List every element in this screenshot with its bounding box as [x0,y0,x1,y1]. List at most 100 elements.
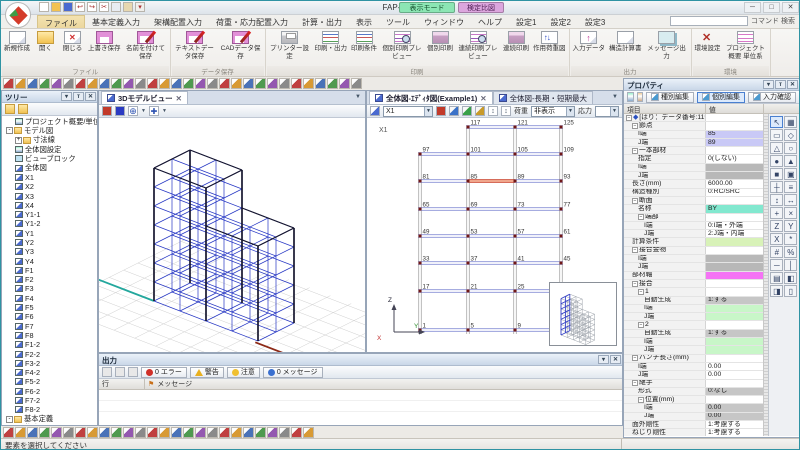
toolbar-icon[interactable] [51,78,62,89]
expander-icon[interactable]: − [632,123,638,129]
property-value[interactable] [706,272,763,279]
tree-item[interactable]: Y1-2 [2,219,97,228]
tree-item[interactable]: 全体図 [2,163,97,172]
display-mode-badge[interactable]: 表示モード [399,2,455,13]
palette-tool-icon[interactable]: ↔ [784,194,797,206]
toolbar-icon[interactable] [123,427,134,438]
property-value[interactable]: 0.00 [706,413,763,420]
toolbar-icon[interactable] [63,78,74,89]
ribbon-button[interactable]: 名前を付けて保存 [123,30,169,66]
tab-list-caret-icon[interactable]: ▼ [355,94,361,100]
palette-tool-icon[interactable]: ┼ [770,181,783,193]
panel-menu-icon[interactable]: ▾ [598,355,609,364]
expander-icon[interactable]: − [638,289,644,295]
ribbon-tab[interactable]: 表示 [349,15,379,28]
3d-viewport[interactable] [99,118,365,352]
close-tab-icon[interactable]: ✕ [176,94,182,103]
ribbon-button[interactable]: 上書き保存 [86,30,123,66]
property-value[interactable] [706,247,763,254]
tab-frame-editor[interactable]: 全体図-ｴﾃﾞｨﾀ図(Example1) ✕ [369,91,493,104]
caret-icon[interactable]: ▼ [162,108,167,114]
command-search-input[interactable] [670,16,748,26]
frame-locator-inset[interactable] [549,282,617,346]
tree-expander-icon[interactable]: - [6,127,13,134]
toolbar-icon[interactable] [135,427,146,438]
expand-all-icon[interactable] [18,104,28,114]
property-value[interactable] [706,338,763,345]
tree-item[interactable]: +寸法線 [2,136,97,145]
toolbar-icon[interactable] [3,78,14,89]
property-value[interactable]: 0.00 [706,363,763,370]
palette-tool-icon[interactable]: ◨ [770,285,783,297]
palette-tool-icon[interactable]: ▦ [784,116,797,128]
diagram-icon-3[interactable] [475,106,485,116]
toolbar-icon[interactable] [327,78,338,89]
tree-item[interactable]: Y2 [2,238,97,247]
property-value[interactable]: 0.00 [706,404,763,411]
ribbon-tab[interactable]: 基本定義入力 [85,15,147,28]
wire-view-icon[interactable] [115,106,125,116]
collapse-all-icon[interactable] [5,104,15,114]
toolbar-icon[interactable] [27,78,38,89]
palette-tool-icon[interactable]: ▯ [784,285,797,297]
ribbon-tab[interactable]: ツール [379,15,417,28]
tree-item[interactable]: F8-2 [2,405,97,414]
close-icon[interactable]: ✕ [787,80,798,89]
ribbon-tab[interactable]: ヘルプ [471,15,509,28]
copy-message-icon[interactable] [102,367,112,377]
toolbar-icon[interactable] [99,427,110,438]
toolbar-icon[interactable] [39,78,50,89]
property-value[interactable] [706,238,763,245]
tree-item[interactable]: -基本定義 [2,415,97,424]
prop-mode-button[interactable]: 種別編集 [646,92,694,103]
palette-tool-icon[interactable]: △ [770,142,783,154]
palette-tool-icon[interactable]: # [770,246,783,258]
tree-item[interactable]: Y3 [2,247,97,256]
close-tab-icon[interactable]: ✕ [480,94,486,103]
toolbar-icon[interactable] [87,78,98,89]
property-value[interactable] [706,305,763,312]
palette-tool-icon[interactable]: × [784,207,797,219]
property-value[interactable] [706,255,763,262]
tree-item[interactable]: プロジェクト概要/単位系 [2,117,97,126]
grid-icon-1[interactable] [627,92,634,102]
tree-item[interactable]: F3-2 [2,359,97,368]
clear-message-icon[interactable] [128,367,138,377]
toolbar-icon[interactable] [243,78,254,89]
ribbon-tab[interactable]: 設定2 [543,15,577,28]
prop-mode-button[interactable]: 入力確認 [748,92,796,103]
palette-tool-icon[interactable]: ▲ [784,155,797,167]
toolbar-icon[interactable] [279,78,290,89]
frame-select-combo[interactable]: X1▼ [383,106,433,117]
ribbon-button[interactable]: 開く [32,30,59,66]
palette-tool-icon[interactable]: ○ [784,142,797,154]
palette-tool-icon[interactable]: ● [770,155,783,167]
expander-icon[interactable]: − [632,355,638,361]
toolbar-icon[interactable] [183,427,194,438]
property-value[interactable] [706,214,763,221]
toolbar-icon[interactable] [255,78,266,89]
ribbon-tab[interactable]: ウィンドウ [417,15,471,28]
property-value[interactable]: 89 [706,139,763,146]
palette-tool-icon[interactable]: Y [784,220,797,232]
toolbar-icon[interactable] [339,78,350,89]
ribbon-button[interactable]: 印刷条件 [349,30,379,66]
tree-item[interactable]: F2-2 [2,349,97,358]
tree-item[interactable]: F2 [2,275,97,284]
load-display-combo[interactable]: 非表示▼ [531,106,575,117]
tab-list-caret-icon[interactable]: ▼ [612,94,618,100]
expander-icon[interactable]: − [632,380,638,386]
ribbon-button[interactable]: CADデータ保存 [218,30,264,66]
toolbar-icon[interactable] [231,78,242,89]
tree-item[interactable]: F7-2 [2,396,97,405]
property-value[interactable]: 0:RC/SRC [706,189,763,196]
property-value[interactable] [706,355,763,362]
toolbar-icon[interactable] [51,427,62,438]
toolbar-icon[interactable] [147,427,158,438]
toolbar-icon[interactable] [27,427,38,438]
toolbar-icon[interactable] [39,427,50,438]
tree-item[interactable]: F5 [2,303,97,312]
tree-expander-icon[interactable]: - [6,416,13,423]
close-icon[interactable]: ✕ [610,355,621,364]
property-value[interactable] [706,346,763,353]
